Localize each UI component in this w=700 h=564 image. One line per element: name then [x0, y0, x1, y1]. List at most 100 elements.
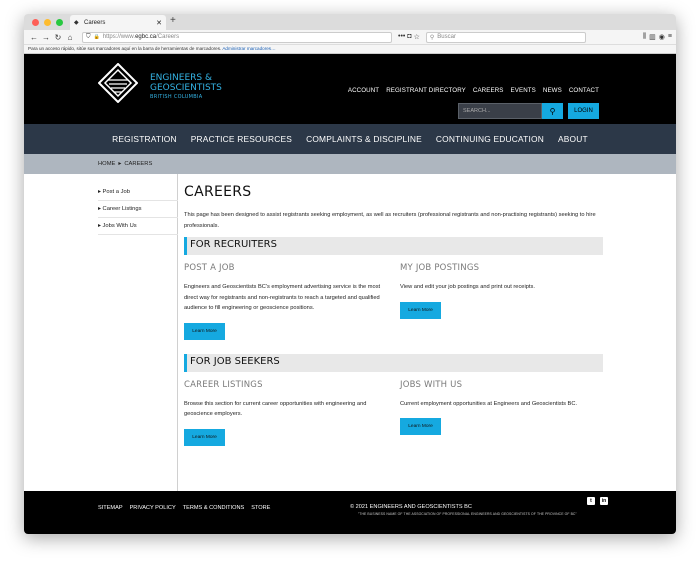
site-search-input[interactable]: SEARCH... [458, 103, 542, 119]
tab-careers[interactable]: ◆ Careers ✕ [70, 15, 166, 30]
jobs-with-us-text: Current employment opportunities at Engi… [400, 400, 578, 407]
main-nav-complaints-discipline[interactable]: COMPLAINTS & DISCIPLINE [306, 134, 422, 144]
main-nav: REGISTRATION PRACTICE RESOURCES COMPLAIN… [24, 124, 676, 154]
post-job-title: POST A JOB [184, 263, 235, 273]
my-postings-learn-more-button[interactable]: Learn More [400, 301, 441, 319]
address-bar[interactable]: ⛉ 🔒 https://www. egbc.ca /Careers [82, 31, 392, 43]
navigation-bar: ← → ↻ ⌂ ⛉ 🔒 https://www. egbc.ca /Career… [24, 30, 676, 45]
twitter-icon[interactable]: t [587, 497, 595, 505]
logo-line-1: ENGINEERS & [150, 73, 212, 83]
login-button[interactable]: LOGIN [568, 103, 599, 119]
search-icon: ⚲ [429, 34, 435, 41]
main-nav-about[interactable]: ABOUT [558, 134, 588, 144]
tab-title: Careers [84, 19, 106, 26]
sidebar-icon[interactable]: ▥ [649, 33, 656, 41]
main-nav-registration[interactable]: REGISTRATION [112, 134, 177, 144]
post-job-learn-more-button[interactable]: Learn More [184, 322, 225, 340]
breadcrumb-current: CAREERS [124, 161, 153, 167]
recruiters-section: POST A JOB Engineers and Geoscientists B… [184, 263, 604, 340]
favicon-icon: ◆ [74, 19, 79, 26]
footer-link-privacy-policy[interactable]: PRIVACY POLICY [130, 505, 176, 511]
footer-links: SITEMAP PRIVACY POLICY TERMS & CONDITION… [98, 505, 270, 511]
sidebar-item-label: Career Listings [102, 206, 142, 212]
career-listings-title: CAREER LISTINGS [184, 379, 263, 390]
post-job-text: Engineers and Geoscientists BC's employm… [184, 284, 381, 311]
library-icon[interactable]: ⫼ [643, 33, 646, 41]
menu-icon[interactable]: ≡ [668, 33, 672, 41]
site-footer: SITEMAP PRIVACY POLICY TERMS & CONDITION… [24, 491, 676, 534]
reload-icon[interactable]: ↻ [52, 33, 64, 42]
site-search: SEARCH... ⚲ [458, 103, 563, 119]
maximize-window-button[interactable] [56, 18, 63, 26]
jobs-with-us-learn-more-button[interactable]: Learn More [400, 418, 441, 435]
career-listings-learn-more-button[interactable]: Learn More [184, 428, 225, 446]
logo-line-2: GEOSCIENTISTS [150, 83, 222, 93]
post-job-card: POST A JOB Engineers and Geoscientists B… [184, 263, 400, 340]
top-nav: ACCOUNT REGISTRANT DIRECTORY CAREERS EVE… [348, 87, 599, 94]
breadcrumb: HOME ▸ CAREERS [24, 154, 676, 174]
url-prefix: https://www. [102, 34, 136, 40]
egbc-logo-icon[interactable] [98, 63, 138, 103]
tab-bar: ◆ Careers ✕ + [24, 14, 676, 30]
breadcrumb-home[interactable]: HOME [98, 161, 115, 167]
close-window-button[interactable] [32, 18, 39, 26]
sidebar-item-label: Jobs With Us [102, 223, 137, 229]
shield-icon: ⛉ [86, 33, 91, 40]
account-icon[interactable]: ◉ [659, 33, 665, 41]
top-nav-contact[interactable]: CONTACT [569, 87, 599, 94]
top-nav-events[interactable]: EVENTS [511, 87, 536, 94]
page-actions: ••• ◘ ☆ [398, 33, 420, 41]
footer-link-sitemap[interactable]: SITEMAP [98, 505, 123, 511]
manage-bookmarks-link[interactable]: Administrar marcadores… [222, 46, 275, 51]
seekers-section: CAREER LISTINGS Browse this section for … [184, 380, 604, 446]
footer-link-terms[interactable]: TERMS & CONDITIONS [183, 505, 245, 511]
minimize-window-button[interactable] [44, 18, 51, 26]
toolbar-icons: ⫼ ▥ ◉ ≡ [643, 33, 672, 41]
copyright: © 2021 ENGINEERS AND GEOSCIENTISTS BC [350, 504, 472, 510]
sidebar-item-jobs-with-us[interactable]: ▸ Jobs With Us [98, 218, 178, 235]
more-actions-icon[interactable]: ••• [398, 33, 405, 41]
my-postings-card: MY JOB POSTINGS View and edit your job p… [400, 263, 600, 340]
bookmark-star-icon[interactable]: ☆ [414, 33, 420, 41]
career-listings-card: CAREER LISTINGS Browse this section for … [184, 380, 400, 446]
url-domain: egbc.ca [135, 34, 157, 40]
back-icon[interactable]: ← [28, 33, 40, 42]
lock-icon: 🔒 [93, 34, 100, 40]
sidebar-item-label: Post a Job [102, 189, 130, 195]
breadcrumb-arrow-icon: ▸ [118, 161, 122, 167]
sidebar: ▸ Post a Job ▸ Career Listings ▸ Jobs Wi… [98, 174, 178, 492]
top-nav-registrant-directory[interactable]: REGISTRANT DIRECTORY [386, 87, 466, 94]
sidebar-item-post-a-job[interactable]: ▸ Post a Job [98, 184, 178, 201]
jobs-with-us-title: JOBS WITH US [400, 379, 463, 390]
top-nav-careers[interactable]: CAREERS [473, 87, 504, 94]
page-title: CAREERS [184, 184, 252, 200]
career-listings-text: Browse this section for current career o… [184, 400, 367, 418]
bookmarks-hint: Para un acceso rápido, sitúe sus marcado… [28, 46, 222, 51]
browser-search-placeholder: Buscar [437, 34, 456, 40]
browser-window: ◆ Careers ✕ + ← → ↻ ⌂ ⛉ 🔒 https://www. e… [24, 14, 676, 534]
top-nav-account[interactable]: ACCOUNT [348, 87, 379, 94]
new-tab-icon[interactable]: + [170, 15, 176, 26]
forward-icon[interactable]: → [40, 33, 52, 42]
sidebar-item-career-listings[interactable]: ▸ Career Listings [98, 201, 178, 218]
my-postings-text: View and edit your job postings and prin… [400, 284, 535, 290]
close-tab-icon[interactable]: ✕ [156, 19, 162, 27]
browser-search-input[interactable]: ⚲ Buscar [425, 31, 586, 43]
linkedin-icon[interactable]: in [600, 497, 608, 505]
top-nav-news[interactable]: NEWS [543, 87, 562, 94]
url-path: /Careers [156, 34, 180, 40]
pocket-icon[interactable]: ◘ [407, 33, 411, 41]
home-icon[interactable]: ⌂ [64, 33, 76, 42]
footer-tagline: "THE BUSINESS NAME OF THE ASSOCIATION OF… [358, 512, 577, 516]
seekers-heading: FOR JOB SEEKERS [184, 353, 603, 372]
main-nav-continuing-education[interactable]: CONTINUING EDUCATION [436, 134, 544, 144]
social-links: t in [587, 497, 608, 505]
main-nav-practice-resources[interactable]: PRACTICE RESOURCES [191, 134, 292, 144]
footer-link-store[interactable]: STORE [251, 505, 270, 511]
window-controls [32, 18, 63, 26]
my-postings-title: MY JOB POSTINGS [400, 263, 480, 273]
site-search-button[interactable]: ⚲ [542, 103, 563, 119]
main-content: CAREERS This page has been designed to a… [184, 184, 604, 446]
logo-text[interactable]: ENGINEERS & GEOSCIENTISTS BRITISH COLUMB… [150, 73, 222, 101]
recruiters-heading: FOR RECRUITERS [184, 237, 603, 255]
